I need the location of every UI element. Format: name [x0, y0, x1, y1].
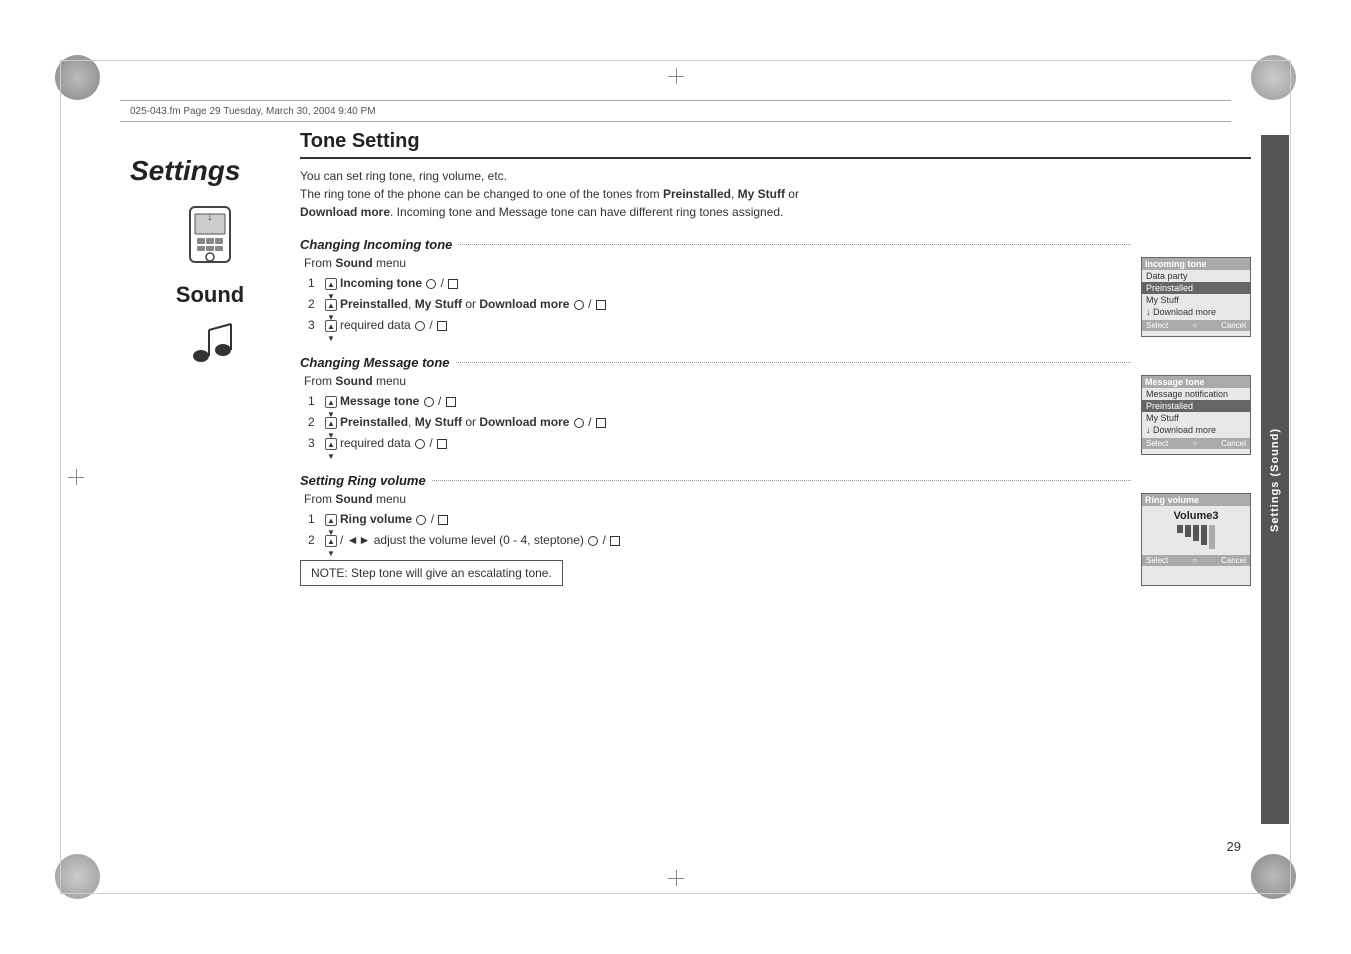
screen2-circle: ○ — [1192, 439, 1197, 448]
screen3-bottom: Select ○ Cancel — [1142, 555, 1250, 566]
screen1-select: Select — [1146, 321, 1168, 330]
music-note-icon — [183, 318, 238, 373]
main-content: Tone Setting You can set ring tone, ring… — [300, 130, 1251, 854]
screen3-select: Select — [1146, 556, 1168, 565]
volume-display: Volume3 — [1142, 506, 1250, 553]
screen1-item2: My Stuff — [1142, 294, 1250, 306]
step-item: 2 ▲▼ Preinstalled, My Stuff or Download … — [308, 413, 1131, 431]
sel-c-s2-2 — [574, 418, 584, 428]
screen1-circle: ○ — [1192, 321, 1197, 330]
nav-updown-icon2: ▲▼ — [325, 320, 337, 332]
sel-c-s2-1 — [424, 397, 434, 407]
message-tone-screen: Message tone Message notification Preins… — [1141, 375, 1251, 455]
right-vertical-tab: Settings (Sound) — [1261, 135, 1289, 824]
section2-title: Changing Message tone — [300, 355, 1131, 370]
sel-c-s2-3 — [415, 439, 425, 449]
nav-icon-s3-2: ▲▼ — [325, 535, 337, 547]
section1-steps: 1 ▲▼ Incoming tone / 2 ▲▼ Preinstalled, … — [308, 274, 1131, 334]
screen1-item3: ↓ Download more — [1142, 306, 1250, 318]
section1-title: Changing Incoming tone — [300, 237, 1131, 252]
step-item: 3 ▲▼ required data / — [308, 316, 1131, 334]
intro-line1: You can set ring tone, ring volume, etc. — [300, 169, 507, 183]
screen1-cancel: Cancel — [1221, 321, 1246, 330]
header-bar: 025-043.fm Page 29 Tuesday, March 30, 20… — [120, 100, 1231, 122]
sound-label: Sound — [176, 282, 244, 308]
note-text: NOTE: Step tone will give an escalating … — [311, 566, 552, 580]
section-incoming-tone: Changing Incoming tone From Sound menu 1… — [300, 237, 1251, 337]
screen3-cancel: Cancel — [1221, 556, 1246, 565]
nav-sq-s3-2 — [610, 536, 620, 546]
nav-icon-s2-1: ▲▼ — [325, 396, 337, 408]
select-circle — [426, 279, 436, 289]
step-item: 1 ▲▼ Message tone / — [308, 392, 1131, 410]
nav-icon-s2-3: ▲▼ — [325, 438, 337, 450]
tab-label: Settings (Sound) — [1269, 428, 1281, 532]
vol-bar-5 — [1209, 525, 1215, 549]
screen1-item1: Preinstalled — [1142, 282, 1250, 294]
screen1-title: Incoming tone — [1142, 258, 1250, 270]
intro-line2: The ring tone of the phone can be change… — [300, 187, 799, 201]
nav-sq3 — [437, 321, 447, 331]
screen2-item0: Message notification — [1142, 388, 1250, 400]
page-number: 29 — [1227, 839, 1241, 854]
section3-steps: 1 ▲▼ Ring volume / 2 ▲▼ / ◄► adjust the … — [308, 510, 1131, 549]
nav-sq-s3-1 — [438, 515, 448, 525]
vol-bar-3 — [1193, 525, 1199, 541]
volume-bars — [1146, 525, 1246, 549]
nav-sq2 — [596, 300, 606, 310]
incoming-tone-screen: Incoming tone Data party Preinstalled My… — [1141, 257, 1251, 337]
nav-sq — [448, 279, 458, 289]
section1-from-menu: From Sound menu — [304, 256, 1131, 270]
nav-up-icon: ▲▼ — [325, 278, 337, 290]
screen2-item2: My Stuff — [1142, 412, 1250, 424]
intro-line3: Download more. Incoming tone and Message… — [300, 205, 783, 219]
screen2-title: Message tone — [1142, 376, 1250, 388]
note-box: NOTE: Step tone will give an escalating … — [300, 560, 563, 586]
svg-text:↓: ↓ — [207, 209, 213, 223]
phone-icon-top: ↓ — [175, 202, 245, 272]
step-item: 3 ▲▼ required data / — [308, 434, 1131, 452]
vol-bar-2 — [1185, 525, 1191, 537]
step-item: 2 ▲▼ Preinstalled, My Stuff or Download … — [308, 295, 1131, 313]
step-item: 1 ▲▼ Incoming tone / — [308, 274, 1131, 292]
screen2-cancel: Cancel — [1221, 439, 1246, 448]
section-message-tone: Changing Message tone From Sound menu 1 … — [300, 355, 1251, 455]
section2-from-menu: From Sound menu — [304, 374, 1131, 388]
screen3-circle: ○ — [1192, 556, 1197, 565]
nav-icon-s2-2: ▲▼ — [325, 417, 337, 429]
screen1-item0: Data party — [1142, 270, 1250, 282]
screen2-item3: ↓ Download more — [1142, 424, 1250, 436]
vol-bar-4 — [1201, 525, 1207, 545]
settings-heading: Settings — [130, 155, 240, 187]
volume-label: Volume3 — [1146, 510, 1246, 522]
select-circle3 — [415, 321, 425, 331]
nav-sq-s2-2 — [596, 418, 606, 428]
screen2-bottom: Select ○ Cancel — [1142, 438, 1250, 449]
section-ring-volume: Setting Ring volume From Sound menu 1 ▲▼… — [300, 473, 1251, 586]
screen1-bottom: Select ○ Cancel — [1142, 320, 1250, 331]
sel-c-s3-2 — [588, 536, 598, 546]
ring-volume-screen: Ring volume Volume3 Select ○ Cancel — [1141, 493, 1251, 586]
section3-from-menu: From Sound menu — [304, 492, 1131, 506]
select-circle2 — [574, 300, 584, 310]
vol-bar-1 — [1177, 525, 1183, 533]
screen3-title: Ring volume — [1142, 494, 1250, 506]
nav-icon-s3-1: ▲▼ — [325, 514, 337, 526]
step-item: 1 ▲▼ Ring volume / — [308, 510, 1131, 528]
section3-title: Setting Ring volume — [300, 473, 1131, 488]
section2-steps: 1 ▲▼ Message tone / 2 ▲▼ Preinstalled, M… — [308, 392, 1131, 452]
intro-text: You can set ring tone, ring volume, etc.… — [300, 167, 1251, 221]
file-info-text: 025-043.fm Page 29 Tuesday, March 30, 20… — [120, 106, 376, 117]
screen2-item1: Preinstalled — [1142, 400, 1250, 412]
nav-sq-s2-3 — [437, 439, 447, 449]
left-sidebar: Settings ↓ Sound — [120, 135, 300, 373]
nav-updown-icon: ▲▼ — [325, 299, 337, 311]
screen2-select: Select — [1146, 439, 1168, 448]
nav-sq-s2-1 — [446, 397, 456, 407]
sel-c-s3-1 — [416, 515, 426, 525]
step-item: 2 ▲▼ / ◄► adjust the volume level (0 - 4… — [308, 531, 1131, 549]
page-title: Tone Setting — [300, 130, 1251, 159]
